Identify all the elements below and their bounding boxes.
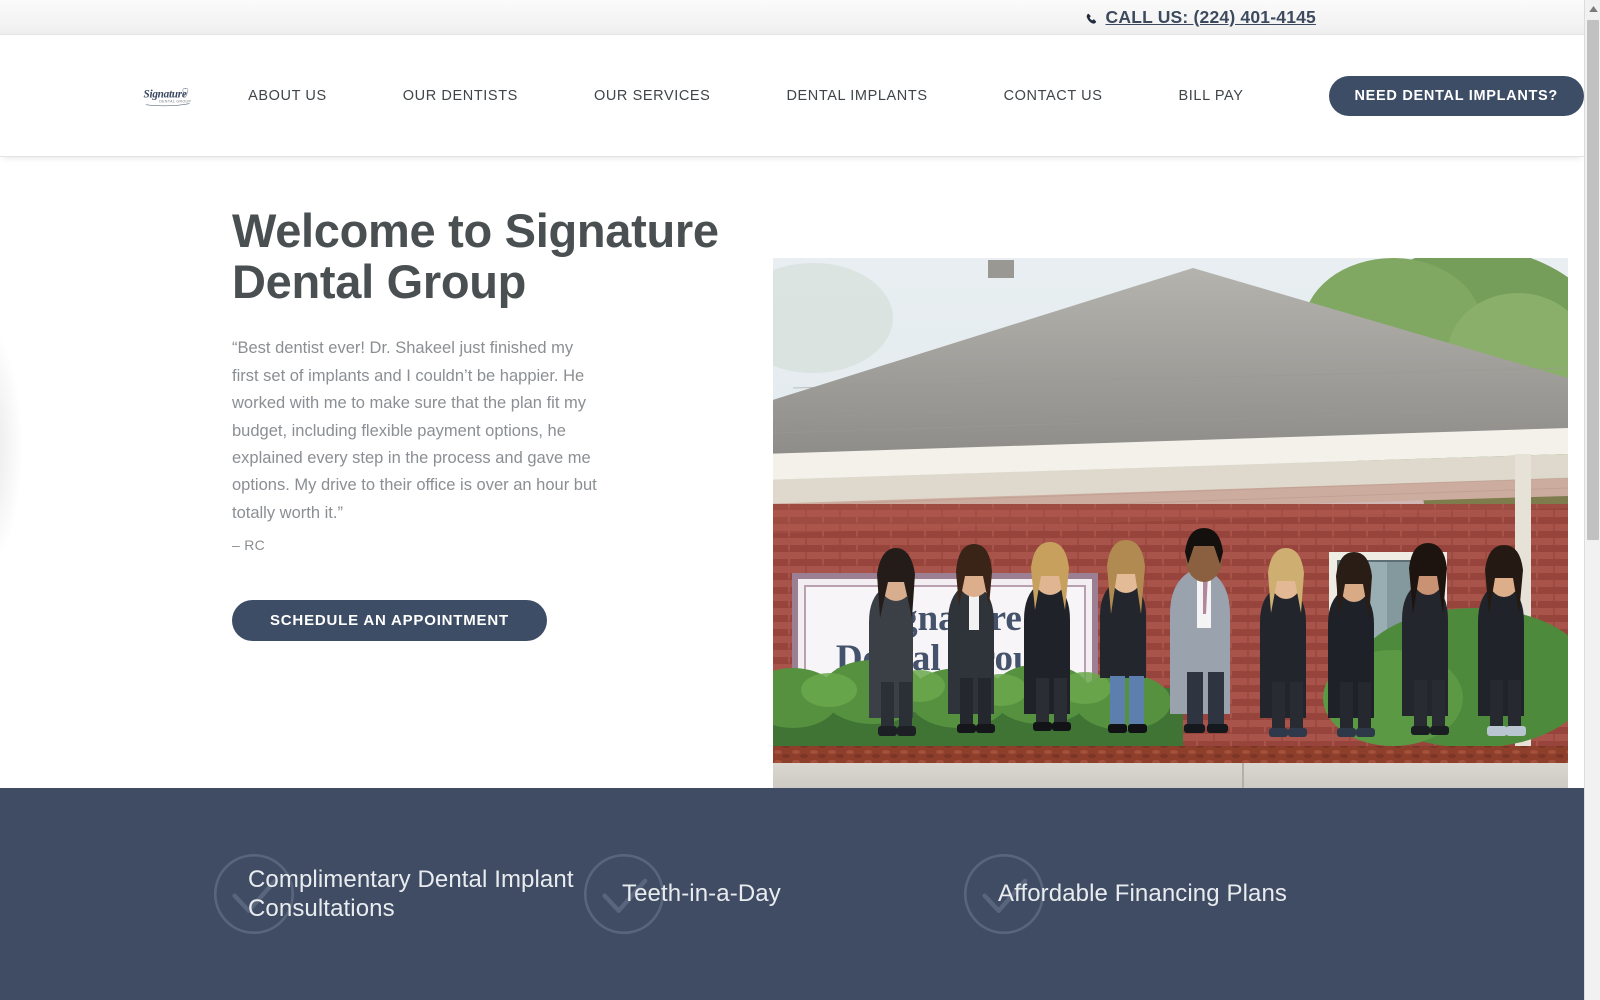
- feature-label: Affordable Financing Plans: [998, 880, 1288, 908]
- phone-icon: [1085, 10, 1098, 25]
- page-title: Welcome to Signature Dental Group: [232, 204, 719, 309]
- nav-link[interactable]: OUR DENTISTS: [403, 88, 518, 104]
- hero-section: Welcome to Signature Dental Group “Best …: [0, 157, 1584, 788]
- page-root: CALL US: (224) 401-4145 Signature DENTAL…: [0, 0, 1584, 1000]
- nav-link[interactable]: OUR SERVICES: [594, 88, 711, 104]
- svg-text:DENTAL GROUP: DENTAL GROUP: [159, 99, 191, 103]
- nav-link[interactable]: DENTAL IMPLANTS: [786, 88, 927, 104]
- feature-item-complimentary-consultations: Complimentary Dental Implant Consultatio…: [210, 853, 580, 935]
- schedule-appointment-button[interactable]: SCHEDULE AN APPOINTMENT: [232, 600, 547, 642]
- nav-item-our-dentists[interactable]: OUR DENTISTS: [365, 87, 556, 105]
- hero-photo: Signature Dental Group: [773, 258, 1568, 788]
- main-navigation: ABOUT US OUR DENTISTS OUR SERVICES DENTA…: [248, 87, 1281, 105]
- svg-text:Signature: Signature: [144, 88, 187, 100]
- testimonial-quote: “Best dentist ever! Dr. Shakeel just fin…: [232, 339, 597, 522]
- caret-up-icon: [1588, 5, 1598, 12]
- site-logo[interactable]: Signature DENTAL GROUP: [143, 57, 192, 135]
- nav-item-about-us[interactable]: ABOUT US: [248, 87, 365, 105]
- feature-band: Complimentary Dental Implant Consultatio…: [0, 788, 1584, 1000]
- nav-item-bill-pay[interactable]: BILL PAY: [1141, 87, 1282, 105]
- top-utility-bar: CALL US: (224) 401-4145: [0, 0, 1584, 35]
- feature-item-affordable-financing: Affordable Financing Plans: [960, 853, 1300, 935]
- site-header: Signature DENTAL GROUP ABOUT US OUR DENT…: [0, 35, 1584, 157]
- feature-item-teeth-in-a-day: Teeth-in-a-Day: [580, 853, 960, 935]
- scrollbar-thumb[interactable]: [1587, 20, 1599, 540]
- nav-link[interactable]: ABOUT US: [248, 88, 327, 104]
- hero-copy: Welcome to Signature Dental Group “Best …: [232, 204, 732, 642]
- scrollbar-up-arrow[interactable]: [1585, 0, 1600, 17]
- slider-prev-arrow[interactable]: [0, 327, 22, 567]
- nav-item-contact-us[interactable]: CONTACT US: [966, 87, 1141, 105]
- feature-label: Teeth-in-a-Day: [622, 880, 781, 908]
- feature-list: Complimentary Dental Implant Consultatio…: [0, 788, 1584, 1000]
- testimonial-attribution: – RC: [232, 537, 266, 554]
- browser-scrollbar[interactable]: [1584, 0, 1600, 1000]
- feature-label: Complimentary Dental Implant Consultatio…: [248, 865, 574, 922]
- nav-link[interactable]: BILL PAY: [1179, 88, 1244, 104]
- call-us-label: CALL US: (224) 401-4145: [1105, 6, 1316, 27]
- nav-item-dental-implants[interactable]: DENTAL IMPLANTS: [748, 87, 965, 105]
- nav-item-our-services[interactable]: OUR SERVICES: [556, 87, 749, 105]
- nav-link[interactable]: CONTACT US: [1004, 88, 1103, 104]
- call-us-link[interactable]: CALL US: (224) 401-4145: [1085, 7, 1316, 28]
- need-dental-implants-button[interactable]: NEED DENTAL IMPLANTS?: [1328, 75, 1584, 116]
